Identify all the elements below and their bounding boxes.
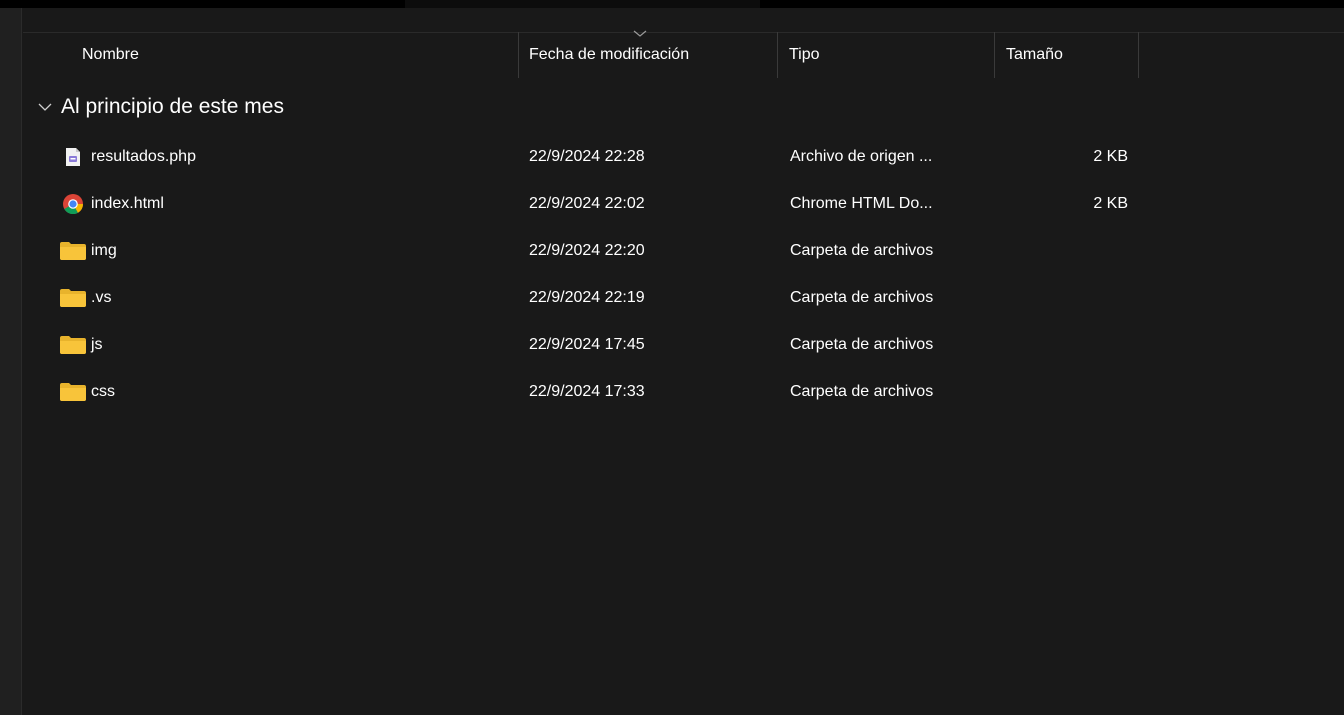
file-size: [1006, 227, 1128, 274]
file-name: js: [91, 335, 103, 353]
file-type: Chrome HTML Do...: [790, 194, 933, 212]
file-modified: 22/9/2024 17:45: [529, 335, 645, 353]
column-header-modified-label: Fecha de modificación: [529, 46, 690, 63]
php-file-icon: [61, 145, 85, 169]
group-header-this-month[interactable]: Al principio de este mes: [37, 92, 284, 122]
file-row[interactable]: img 22/9/2024 22:20 Carpeta de archivos: [23, 227, 1344, 274]
column-header-size-label: Tamaño: [1006, 46, 1063, 63]
file-name: .vs: [91, 288, 112, 306]
file-row[interactable]: resultados.php 22/9/2024 22:28 Archivo d…: [23, 133, 1344, 180]
folder-icon: [59, 239, 87, 263]
file-size: 2 KB: [1093, 194, 1128, 212]
file-name: resultados.php: [91, 147, 196, 165]
file-modified: 22/9/2024 22:28: [529, 147, 645, 165]
file-explorer-window: Nombre Fecha de modificación Tipo Tamaño: [0, 0, 1344, 715]
file-row[interactable]: css 22/9/2024 17:33 Carpeta de archivos: [23, 368, 1344, 415]
title-strip: [0, 0, 1344, 8]
column-header-type[interactable]: Tipo: [789, 32, 994, 78]
file-name-cell[interactable]: index.html: [61, 180, 511, 227]
folder-icon: [59, 286, 87, 310]
title-strip-segment: [405, 0, 760, 8]
file-name-cell[interactable]: resultados.php: [61, 133, 511, 180]
column-header-row: Nombre Fecha de modificación Tipo Tamaño: [23, 30, 1344, 78]
file-modified: 22/9/2024 22:02: [529, 194, 645, 212]
column-header-type-label: Tipo: [789, 46, 820, 63]
folder-icon: [59, 380, 87, 404]
file-modified: 22/9/2024 17:33: [529, 382, 645, 400]
column-resize-handle[interactable]: [777, 32, 778, 78]
navigation-pane-edge: [0, 8, 22, 715]
column-header-name-label: Nombre: [82, 46, 139, 63]
file-name-cell[interactable]: .vs: [59, 274, 509, 321]
column-header-size[interactable]: Tamaño: [1006, 32, 1138, 78]
file-modified: 22/9/2024 22:19: [529, 288, 645, 306]
file-row[interactable]: index.html 22/9/2024 22:02 Chrome HTML D…: [23, 180, 1344, 227]
folder-icon: [59, 333, 87, 357]
file-modified: 22/9/2024 22:20: [529, 241, 645, 259]
column-resize-handle[interactable]: [518, 32, 519, 78]
file-size: [1006, 368, 1128, 415]
file-row[interactable]: .vs 22/9/2024 22:19 Carpeta de archivos: [23, 274, 1344, 321]
file-type: Carpeta de archivos: [790, 335, 934, 353]
file-name: index.html: [91, 194, 164, 212]
file-size: [1006, 321, 1128, 368]
chevron-down-icon[interactable]: [37, 99, 53, 115]
column-resize-handle[interactable]: [1138, 32, 1139, 78]
chrome-icon: [61, 192, 85, 216]
sort-descending-icon: [633, 30, 647, 37]
file-name-cell[interactable]: css: [59, 368, 509, 415]
file-size: [1006, 274, 1128, 321]
file-type: Carpeta de archivos: [790, 241, 934, 259]
file-type: Carpeta de archivos: [790, 288, 934, 306]
file-name-cell[interactable]: img: [59, 227, 509, 274]
file-size: 2 KB: [1093, 147, 1128, 165]
group-header-label: Al principio de este mes: [61, 95, 284, 118]
column-resize-handle[interactable]: [994, 32, 995, 78]
file-list-view: Nombre Fecha de modificación Tipo Tamaño: [23, 8, 1344, 715]
file-name-cell[interactable]: js: [59, 321, 509, 368]
column-header-modified[interactable]: Fecha de modificación: [529, 30, 777, 78]
file-row[interactable]: js 22/9/2024 17:45 Carpeta de archivos: [23, 321, 1344, 368]
column-header-name[interactable]: Nombre: [82, 32, 518, 78]
file-name: css: [91, 382, 115, 400]
file-name: img: [91, 241, 117, 259]
file-type: Archivo de origen ...: [790, 147, 933, 165]
file-type: Carpeta de archivos: [790, 382, 934, 400]
